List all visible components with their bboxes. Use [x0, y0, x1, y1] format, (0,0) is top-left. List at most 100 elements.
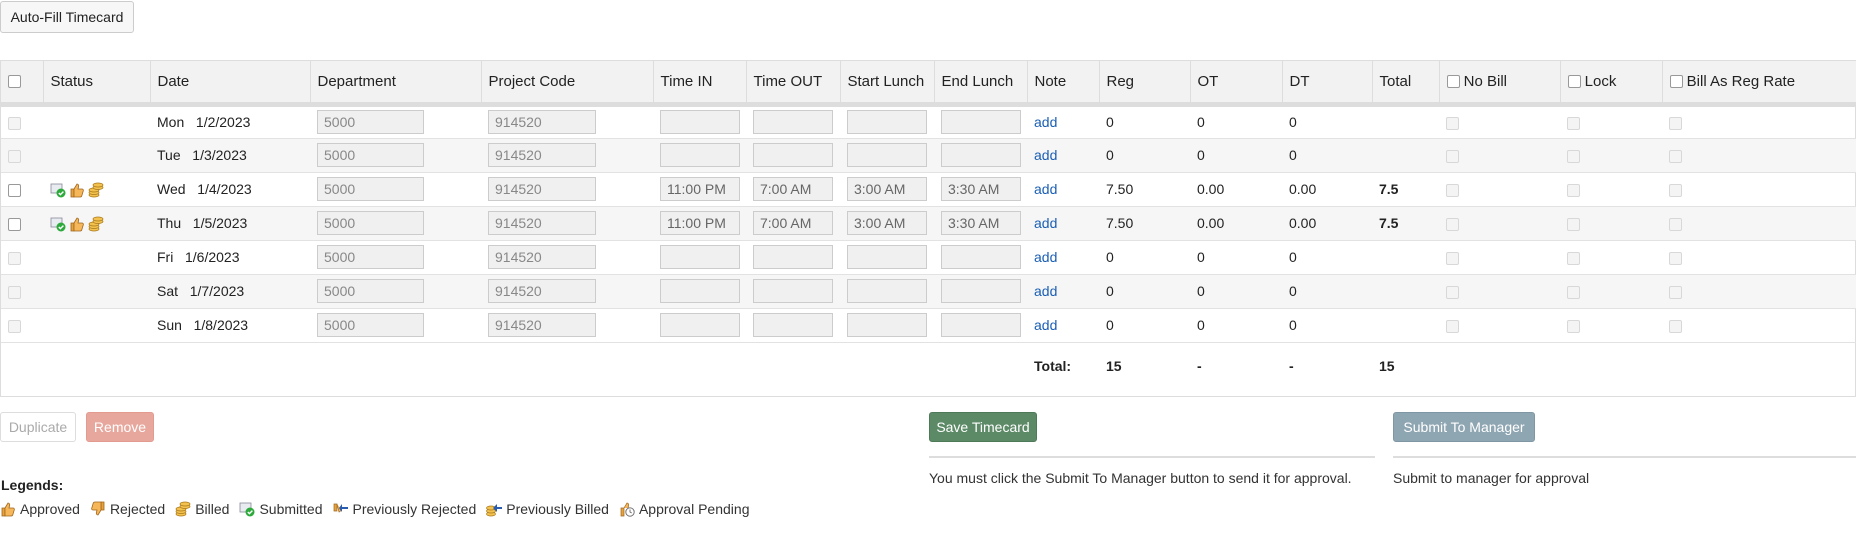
row-select-checkbox[interactable] — [8, 183, 21, 197]
project-code-input[interactable]: 914520 — [488, 143, 596, 167]
end-lunch-input[interactable]: 3:30 AM — [941, 211, 1021, 235]
time-out-input[interactable] — [753, 245, 833, 269]
no-bill-checkbox[interactable] — [1446, 251, 1459, 265]
project-code-input[interactable]: 914520 — [488, 245, 596, 269]
start-lunch-input[interactable]: 3:00 AM — [847, 211, 927, 235]
row-select-checkbox[interactable] — [8, 285, 21, 299]
add-note-link[interactable]: add — [1034, 249, 1057, 265]
department-input[interactable]: 5000 — [317, 279, 424, 303]
day-label: Mon — [157, 114, 185, 130]
row-select-checkbox[interactable] — [8, 116, 21, 130]
no-bill-checkbox[interactable] — [1446, 319, 1459, 333]
end-lunch-cell: 3:30 AM — [934, 206, 1027, 240]
end-lunch-cell — [934, 274, 1027, 308]
remove-button[interactable]: Remove — [86, 412, 154, 442]
time-out-input[interactable]: 7:00 AM — [753, 177, 833, 201]
start-lunch-input[interactable] — [847, 313, 927, 337]
project-code-input[interactable]: 914520 — [488, 211, 596, 235]
end-lunch-input[interactable] — [941, 313, 1021, 337]
time-in-input[interactable]: 11:00 PM — [660, 211, 740, 235]
bill-as-reg-all-checkbox[interactable] — [1669, 75, 1683, 89]
time-out-input[interactable] — [753, 279, 833, 303]
add-note-link[interactable]: add — [1034, 317, 1057, 333]
bill-as-reg-checkbox[interactable] — [1669, 285, 1682, 299]
header-date: Date — [150, 61, 311, 104]
start-lunch-input[interactable]: 3:00 AM — [847, 177, 927, 201]
department-input[interactable]: 5000 — [317, 110, 424, 134]
lock-all-checkbox[interactable] — [1567, 75, 1581, 89]
time-in-input[interactable] — [660, 110, 740, 134]
start-lunch-input[interactable] — [847, 143, 927, 167]
project-code-input[interactable]: 914520 — [488, 177, 596, 201]
previously-billed-icon — [486, 500, 503, 517]
submit-to-manager-button[interactable]: Submit To Manager — [1393, 412, 1535, 442]
row-select-cell — [1, 274, 43, 308]
bill-as-reg-checkbox[interactable] — [1669, 251, 1682, 265]
start-lunch-input[interactable] — [847, 279, 927, 303]
department-input[interactable]: 5000 — [317, 211, 424, 235]
time-in-input[interactable] — [660, 143, 740, 167]
time-in-input[interactable] — [660, 313, 740, 337]
department-input[interactable]: 5000 — [317, 143, 424, 167]
end-lunch-input[interactable] — [941, 279, 1021, 303]
header-lock-label: Lock — [1584, 72, 1617, 90]
no-bill-checkbox[interactable] — [1446, 217, 1459, 231]
bill-as-reg-checkbox[interactable] — [1669, 116, 1682, 130]
no-bill-checkbox[interactable] — [1446, 116, 1459, 130]
auto-fill-timecard-button[interactable]: Auto-Fill Timecard — [0, 1, 134, 33]
legend-item: Rejected — [90, 500, 165, 517]
no-bill-checkbox[interactable] — [1446, 285, 1459, 299]
row-select-checkbox[interactable] — [8, 149, 21, 163]
time-in-input[interactable] — [660, 279, 740, 303]
lock-checkbox[interactable] — [1567, 285, 1580, 299]
no-bill-checkbox[interactable] — [1446, 149, 1459, 163]
end-lunch-cell — [934, 240, 1027, 274]
lock-checkbox[interactable] — [1567, 116, 1580, 130]
end-lunch-input[interactable]: 3:30 AM — [941, 177, 1021, 201]
no-bill-all-checkbox[interactable] — [1446, 75, 1460, 89]
bill-as-reg-checkbox[interactable] — [1669, 217, 1682, 231]
time-out-input[interactable]: 7:00 AM — [753, 211, 833, 235]
bill-as-reg-checkbox[interactable] — [1669, 319, 1682, 333]
project-code-input[interactable]: 914520 — [488, 279, 596, 303]
save-timecard-button[interactable]: Save Timecard — [929, 412, 1037, 442]
bill-as-reg-checkbox[interactable] — [1669, 183, 1682, 197]
end-lunch-input[interactable] — [941, 110, 1021, 134]
date-label: 1/3/2023 — [192, 147, 247, 163]
start-lunch-input[interactable] — [847, 110, 927, 134]
add-note-link[interactable]: add — [1034, 181, 1057, 197]
lock-checkbox[interactable] — [1567, 183, 1580, 197]
lock-checkbox[interactable] — [1567, 251, 1580, 265]
end-lunch-input[interactable] — [941, 143, 1021, 167]
add-note-link[interactable]: add — [1034, 147, 1057, 163]
bill-as-reg-checkbox[interactable] — [1669, 149, 1682, 163]
end-lunch-input[interactable] — [941, 245, 1021, 269]
coins-icon — [175, 500, 191, 517]
project-code-input[interactable]: 914520 — [488, 313, 596, 337]
time-out-input[interactable] — [753, 313, 833, 337]
time-out-cell: 7:00 AM — [746, 172, 840, 206]
department-input[interactable]: 5000 — [317, 245, 424, 269]
time-in-input[interactable] — [660, 245, 740, 269]
duplicate-button[interactable]: Duplicate — [0, 412, 76, 442]
no-bill-checkbox[interactable] — [1446, 183, 1459, 197]
add-note-link[interactable]: add — [1034, 283, 1057, 299]
time-in-input[interactable]: 11:00 PM — [660, 177, 740, 201]
row-select-checkbox[interactable] — [8, 251, 21, 265]
select-all-checkbox[interactable] — [8, 75, 21, 89]
department-input[interactable]: 5000 — [317, 313, 424, 337]
no-bill-cell — [1439, 274, 1560, 308]
project-code-input[interactable]: 914520 — [488, 110, 596, 134]
time-out-input[interactable] — [753, 143, 833, 167]
row-select-checkbox[interactable] — [8, 319, 21, 333]
row-select-checkbox[interactable] — [8, 217, 21, 231]
add-note-link[interactable]: add — [1034, 215, 1057, 231]
start-lunch-input[interactable] — [847, 245, 927, 269]
lock-checkbox[interactable] — [1567, 319, 1580, 333]
lock-checkbox[interactable] — [1567, 217, 1580, 231]
start-lunch-cell: 3:00 AM — [840, 206, 934, 240]
lock-checkbox[interactable] — [1567, 149, 1580, 163]
time-out-input[interactable] — [753, 110, 833, 134]
department-input[interactable]: 5000 — [317, 177, 424, 201]
add-note-link[interactable]: add — [1034, 114, 1057, 130]
